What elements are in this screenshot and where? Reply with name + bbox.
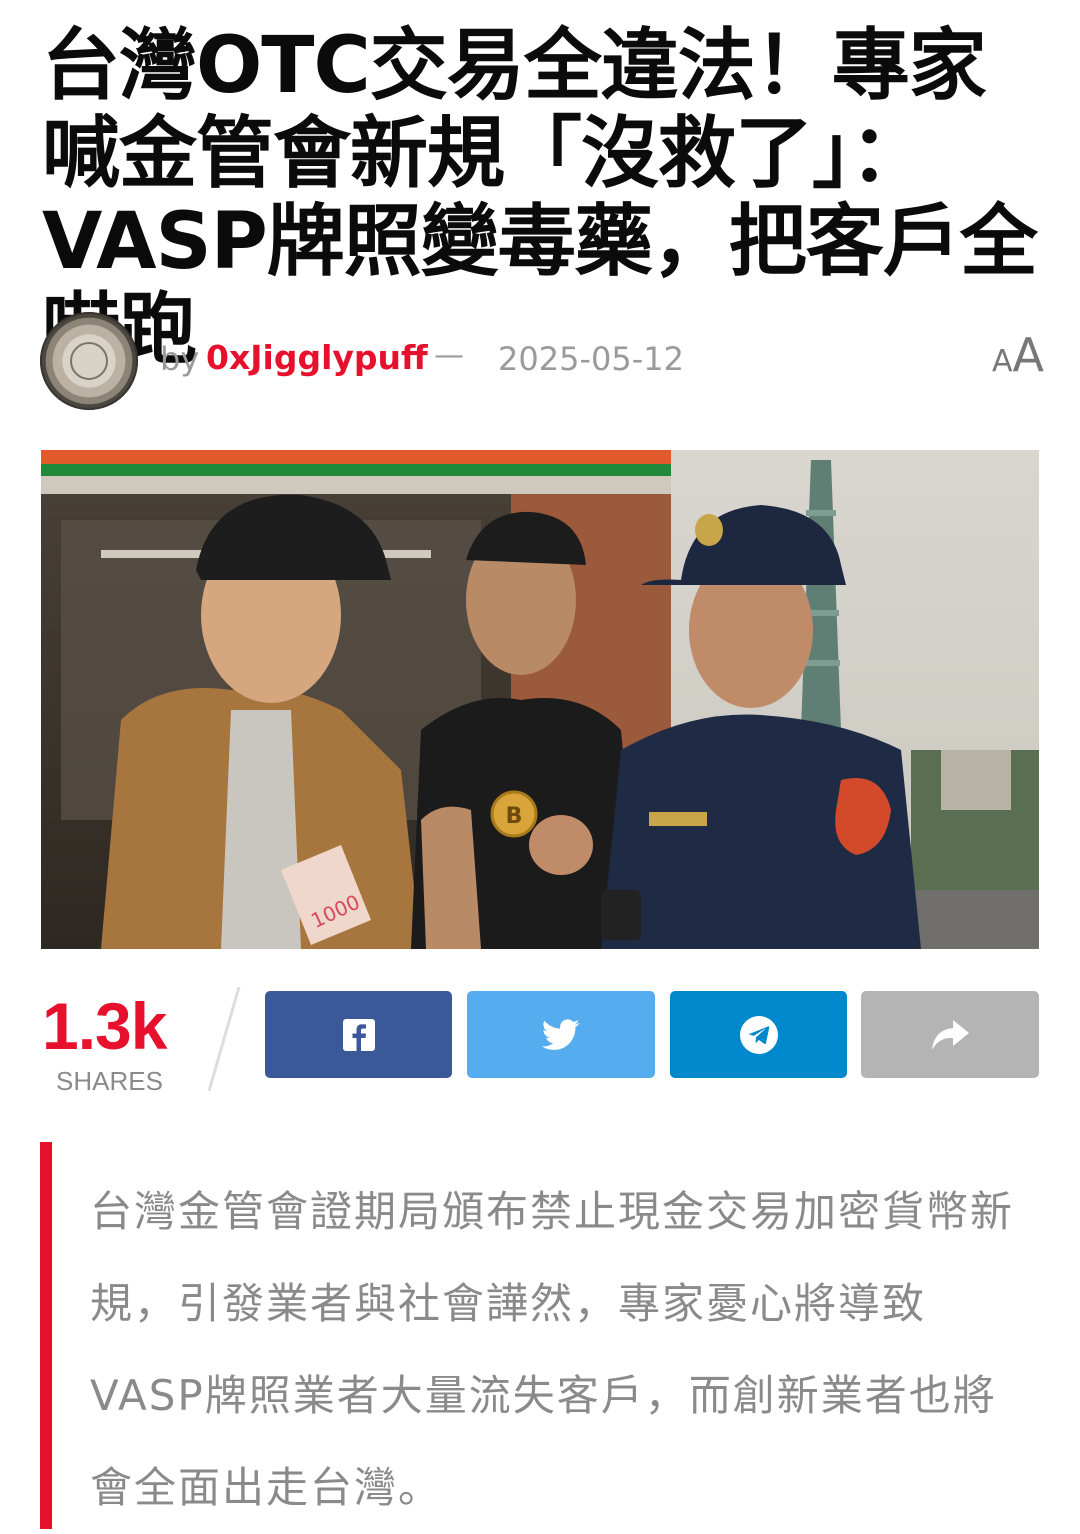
article-excerpt: 台灣金管會證期局頒布禁止現金交易加密貨幣新規，引發業者與社會譁然，專家憂心將導致… xyxy=(40,1142,1040,1529)
author-avatar[interactable] xyxy=(40,312,138,410)
excerpt-text: 台灣金管會證期局頒布禁止現金交易加密貨幣新規，引發業者與社會譁然，專家憂心將導致… xyxy=(90,1187,1015,1512)
wristwatch xyxy=(601,890,641,940)
publish-date: 2025-05-12 xyxy=(498,340,684,378)
twitter-share-button[interactable] xyxy=(467,991,655,1078)
share-count: 1.3k xyxy=(42,989,167,1063)
article-byline: by 0xJigglypuff — 2025-05-12 AA xyxy=(40,310,1044,410)
author-link[interactable]: 0xJigglypuff xyxy=(206,338,428,377)
excerpt-accent-bar xyxy=(40,1142,52,1529)
font-size-large-glyph: A xyxy=(1012,328,1044,382)
more-share-button[interactable] xyxy=(861,991,1039,1078)
share-label: SHARES xyxy=(56,1066,163,1096)
byline-separator: — xyxy=(434,338,464,373)
telegram-icon xyxy=(739,1015,778,1054)
hero-image[interactable]: 1000 B xyxy=(41,450,1039,949)
share-divider xyxy=(207,986,241,1092)
twitter-icon xyxy=(542,1018,580,1050)
facebook-icon xyxy=(342,1018,375,1051)
bitcoin-letter: B xyxy=(506,804,523,829)
font-size-toggle-button[interactable]: AA xyxy=(992,328,1044,382)
hero-illustration: 1000 B xyxy=(41,450,1039,949)
facebook-share-button[interactable] xyxy=(265,991,452,1078)
avatar-coin-emblem xyxy=(70,342,108,380)
share-counter: 1.3k SHARES xyxy=(40,988,220,1098)
share-arrow-icon xyxy=(932,1019,969,1050)
telegram-share-button[interactable] xyxy=(670,991,847,1078)
font-size-small-glyph: A xyxy=(992,344,1013,379)
byline-prefix: by xyxy=(160,340,200,378)
